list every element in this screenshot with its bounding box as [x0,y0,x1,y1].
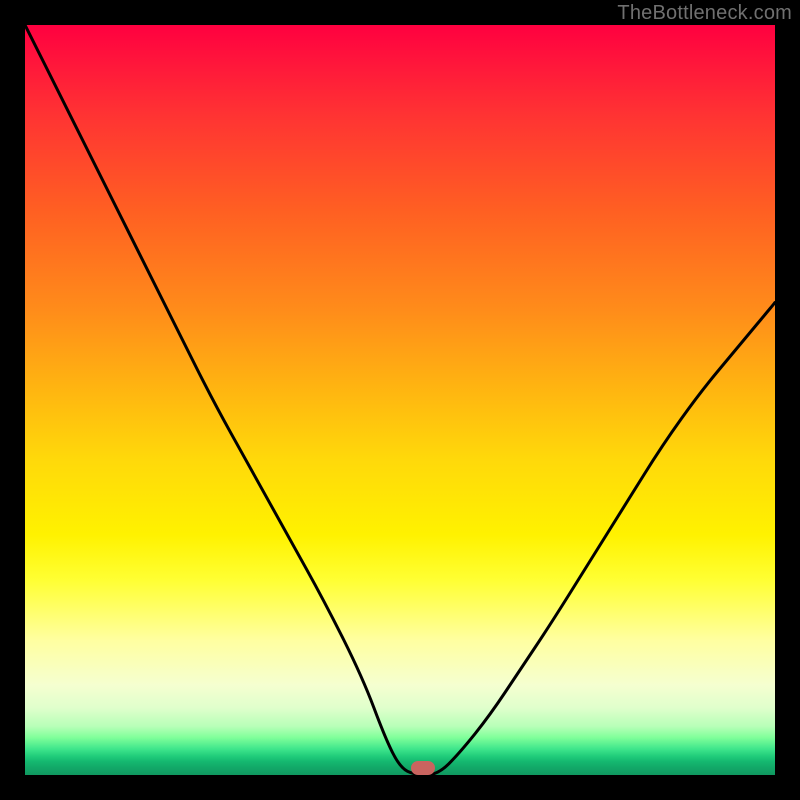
plot-area [25,25,775,775]
chart-frame: TheBottleneck.com [0,0,800,800]
optimal-point-marker [411,761,435,775]
watermark-text: TheBottleneck.com [617,2,792,25]
bottleneck-curve [25,25,775,775]
